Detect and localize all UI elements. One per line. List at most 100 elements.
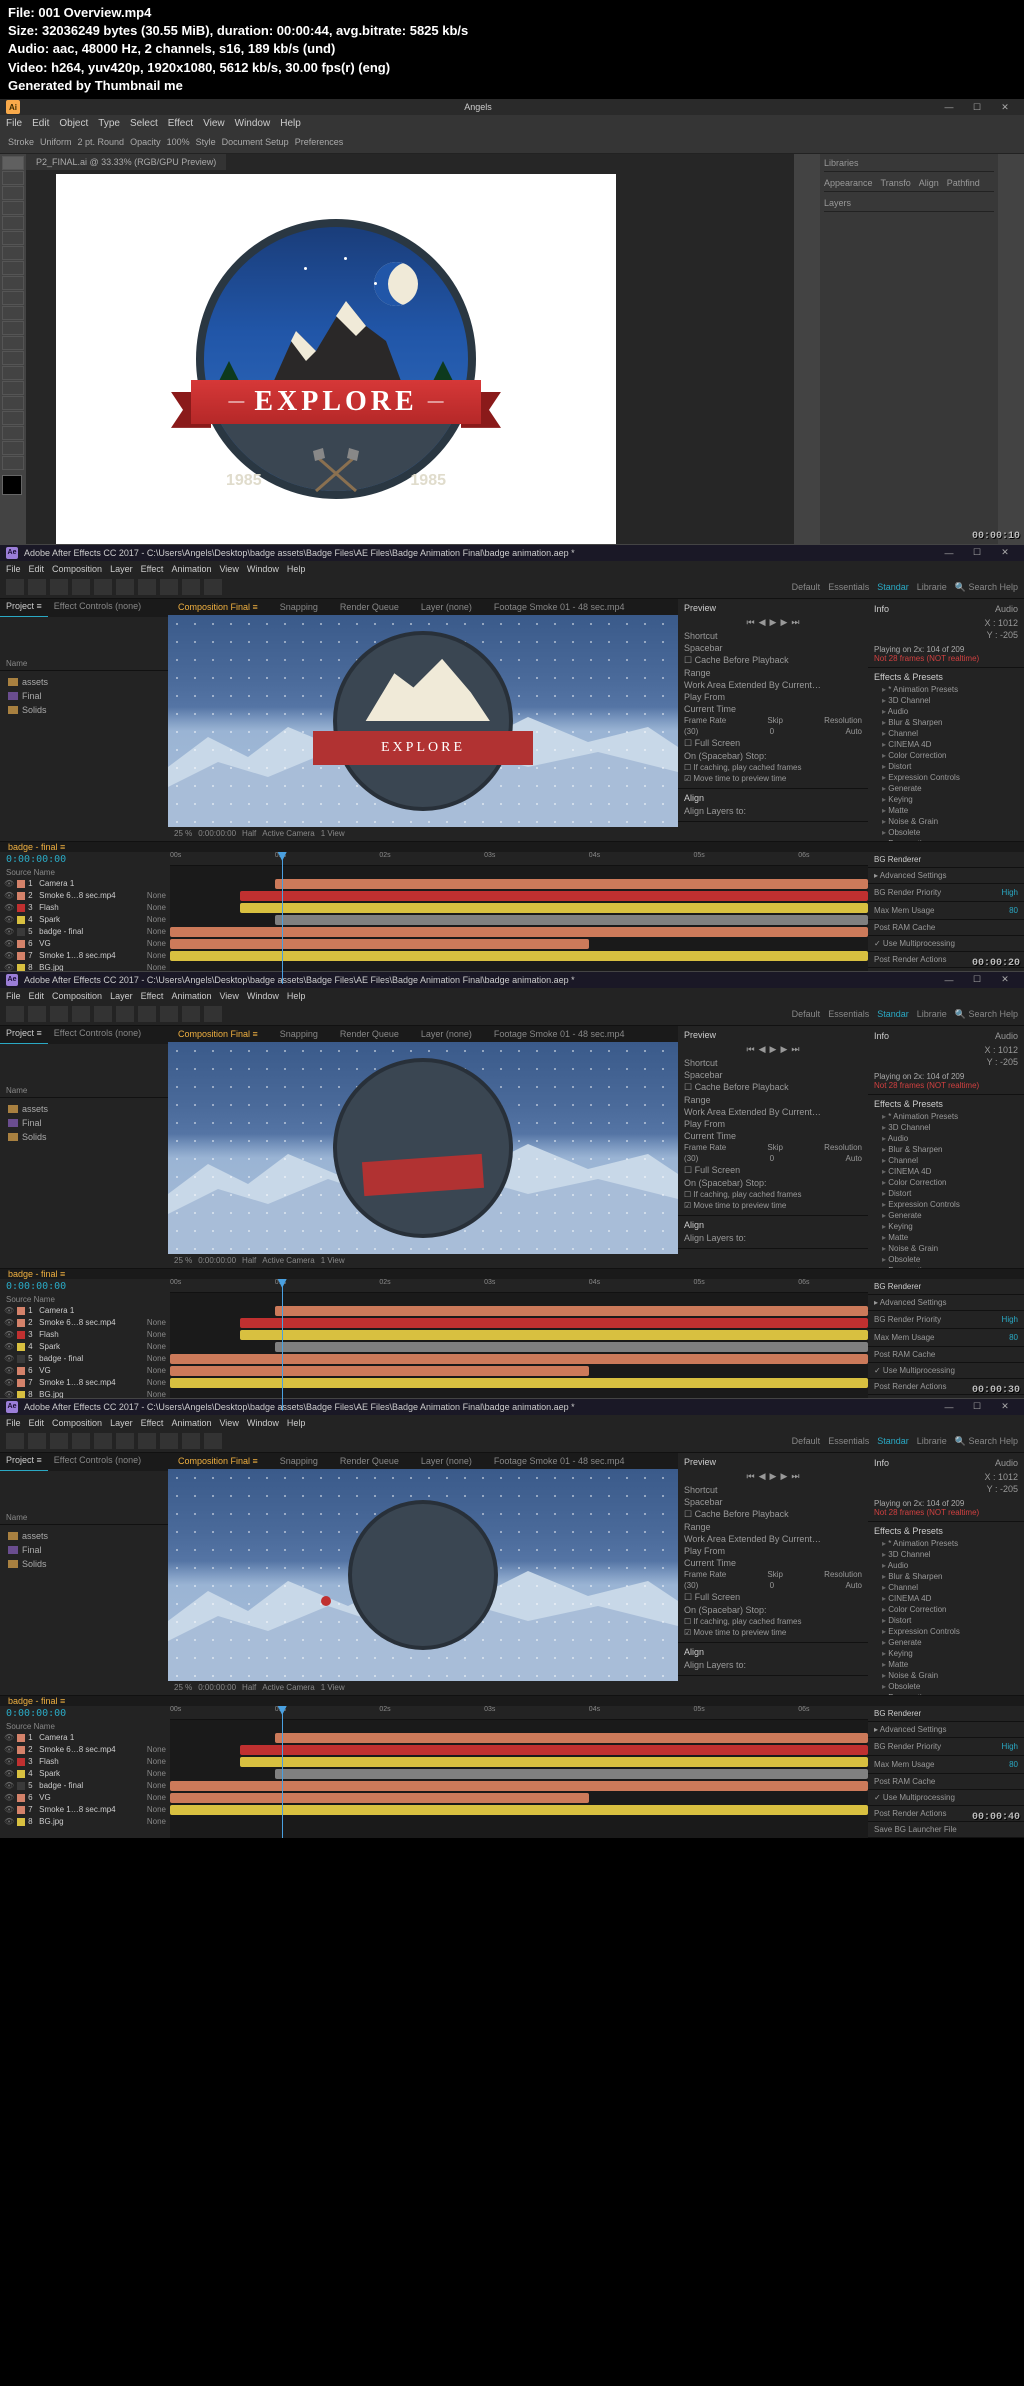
type-tool-icon[interactable] (182, 1006, 200, 1022)
menu-edit[interactable]: Edit (29, 991, 45, 1001)
panel-align[interactable]: Align (919, 178, 939, 188)
menu-layer[interactable]: Layer (110, 1418, 133, 1428)
hand-tool-icon[interactable] (2, 441, 24, 455)
timeline-layer-row[interactable]: 👁1Camera 1 (0, 1732, 170, 1744)
workarea-dropdown[interactable]: Work Area Extended By Current… (684, 1534, 821, 1544)
menu-effect[interactable]: Effect (168, 118, 193, 129)
effect-category[interactable]: Distort (874, 1615, 1018, 1626)
timeline-layer-row[interactable]: 👁2Smoke 6…8 sec.mp4None (0, 890, 170, 902)
view-dropdown[interactable]: 1 View (321, 1683, 345, 1692)
hand-tool-icon[interactable] (28, 1006, 46, 1022)
last-frame-icon[interactable]: ⏭ (791, 1044, 799, 1055)
effect-category[interactable]: Keying (874, 794, 1018, 805)
fullscreen-checkbox[interactable]: ☐ Full Screen (684, 738, 740, 749)
pan-behind-tool-icon[interactable] (116, 1006, 134, 1022)
layer-bar[interactable] (240, 1757, 868, 1767)
project-item[interactable]: assets (4, 1102, 164, 1116)
menu-window[interactable]: Window (247, 1418, 279, 1428)
menu-view[interactable]: View (219, 564, 238, 574)
layer-bar[interactable] (240, 903, 868, 913)
menu-help[interactable]: Help (287, 1418, 306, 1428)
project-item[interactable]: Final (4, 1116, 164, 1130)
menu-file[interactable]: File (6, 991, 21, 1001)
effect-category[interactable]: 3D Channel (874, 1122, 1018, 1133)
pencil-tool-icon[interactable] (2, 276, 24, 290)
menu-animation[interactable]: Animation (171, 564, 211, 574)
menu-select[interactable]: Select (130, 118, 158, 129)
play-icon[interactable]: ▶ (770, 617, 777, 628)
layer-bar[interactable] (240, 1745, 868, 1755)
layer-bar[interactable] (170, 1354, 868, 1364)
spacebar-dropdown[interactable]: Spacebar (684, 1497, 723, 1507)
layer-bar[interactable] (275, 915, 868, 925)
view-dropdown[interactable]: 1 View (321, 829, 345, 838)
workspace-essentials[interactable]: Essentials (828, 1009, 869, 1020)
priority-value[interactable]: High (1002, 1742, 1018, 1751)
effect-category[interactable]: Keying (874, 1221, 1018, 1232)
effect-category[interactable]: Keying (874, 1648, 1018, 1659)
document-tab[interactable]: P2_FINAL.ai @ 33.33% (RGB/GPU Preview) (26, 154, 226, 170)
effect-controls-tab[interactable]: Effect Controls (none) (48, 1453, 147, 1471)
mem-value[interactable]: 80 (1009, 1760, 1018, 1769)
panel-pathfinder[interactable]: Pathfind (947, 178, 980, 188)
priority-value[interactable]: High (1002, 888, 1018, 897)
ram-cache-toggle[interactable]: Post RAM Cache (874, 1350, 1018, 1359)
timeline-layer-row[interactable]: 👁5badge - finalNone (0, 926, 170, 938)
timeline-tracks[interactable]: 00s01s02s03s04s05s06s (170, 852, 868, 984)
timeline-tracks[interactable]: 00s01s02s03s04s05s06s (170, 1279, 868, 1411)
menu-effect[interactable]: Effect (141, 991, 164, 1001)
skip-value[interactable]: 0 (770, 1581, 774, 1590)
type-tool-icon[interactable] (182, 1433, 200, 1449)
next-frame-icon[interactable]: ▶ (780, 1044, 787, 1055)
view-dropdown[interactable]: 1 View (321, 1256, 345, 1265)
timeline-tab[interactable]: badge - final ≡ (0, 1696, 73, 1706)
cache-frames-checkbox[interactable]: ☐ If caching, play cached frames (684, 1190, 801, 1199)
minimize-button[interactable]: — (936, 973, 962, 987)
camera-tool-icon[interactable] (94, 1006, 112, 1022)
zoom-tool-icon[interactable] (50, 1006, 68, 1022)
effect-category[interactable]: Matte (874, 1232, 1018, 1243)
timeline-layer-row[interactable]: 👁7Smoke 1…8 sec.mp4None (0, 1377, 170, 1389)
menu-view[interactable]: View (219, 991, 238, 1001)
effect-controls-tab[interactable]: Effect Controls (none) (48, 1026, 147, 1044)
workspace-essentials[interactable]: Essentials (828, 1436, 869, 1447)
close-button[interactable]: ✕ (992, 973, 1018, 987)
close-button[interactable]: ✕ (992, 546, 1018, 560)
effect-category[interactable]: Noise & Grain (874, 1670, 1018, 1681)
prev-frame-icon[interactable]: ◀ (759, 1471, 766, 1482)
cache-frames-checkbox[interactable]: ☐ If caching, play cached frames (684, 763, 801, 772)
timeline-layer-row[interactable]: 👁3FlashNone (0, 902, 170, 914)
multiproc-checkbox[interactable]: ✓ Use Multiprocessing (874, 1366, 1018, 1375)
maximize-button[interactable]: ☐ (964, 1400, 990, 1414)
workspace-default[interactable]: Default (792, 582, 821, 593)
menu-view[interactable]: View (203, 118, 225, 129)
rotate-tool-icon[interactable] (2, 306, 24, 320)
maximize-button[interactable]: ☐ (964, 546, 990, 560)
effect-category[interactable]: Obsolete (874, 1254, 1018, 1265)
panel-appearance[interactable]: Appearance (824, 178, 873, 188)
project-tab[interactable]: Project ≡ (0, 1026, 48, 1044)
multiproc-checkbox[interactable]: ✓ Use Multiprocessing (874, 939, 1018, 948)
effect-category[interactable]: * Animation Presets (874, 1111, 1018, 1122)
workspace-librarie[interactable]: Librarie (917, 582, 947, 593)
effect-category[interactable]: Expression Controls (874, 1626, 1018, 1637)
play-icon[interactable]: ▶ (770, 1044, 777, 1055)
snapping-tab[interactable]: Snapping (274, 600, 324, 614)
menu-composition[interactable]: Composition (52, 991, 102, 1001)
project-tab[interactable]: Project ≡ (0, 1453, 48, 1471)
selection-tool-icon[interactable] (6, 1006, 24, 1022)
project-item[interactable]: assets (4, 1529, 164, 1543)
pen-tool-icon[interactable] (160, 1433, 178, 1449)
mem-value[interactable]: 80 (1009, 1333, 1018, 1342)
layer-bar[interactable] (275, 1342, 868, 1352)
res-auto[interactable]: Auto (846, 1154, 862, 1163)
composition-viewer[interactable]: Active Camera (168, 1469, 678, 1681)
effect-controls-tab[interactable]: Effect Controls (none) (48, 599, 147, 617)
multiproc-checkbox[interactable]: ✓ Use Multiprocessing (874, 1793, 1018, 1802)
timecode[interactable]: 0:00:00:00 (0, 852, 170, 867)
camera-dropdown[interactable]: Active Camera (262, 1256, 314, 1265)
move-time-checkbox[interactable]: ☑ Move time to preview time (684, 1628, 786, 1637)
layer-bar[interactable] (275, 1306, 868, 1316)
play-icon[interactable]: ▶ (770, 1471, 777, 1482)
minimize-button[interactable]: — (936, 100, 962, 114)
